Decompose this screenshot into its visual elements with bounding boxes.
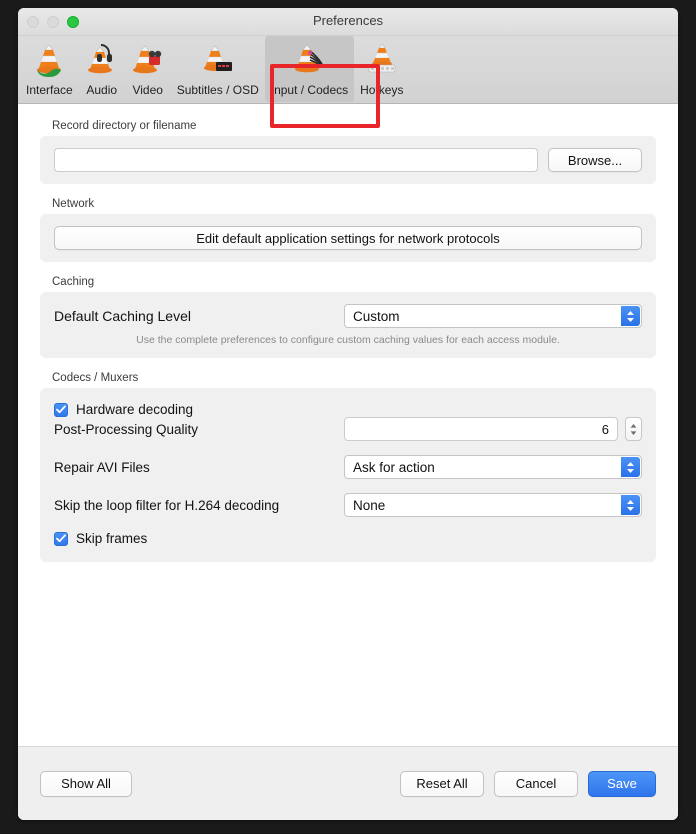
tab-label: Input / Codecs xyxy=(270,83,349,97)
group-network: Network Edit default application setting… xyxy=(40,198,656,262)
hardware-decoding-label: Hardware decoding xyxy=(76,402,194,417)
caching-level-label: Default Caching Level xyxy=(54,308,191,324)
tab-label: Hotkeys xyxy=(360,83,404,97)
chevron-updown-icon[interactable] xyxy=(621,306,640,326)
post-processing-label: Post-Processing Quality xyxy=(54,421,199,437)
post-processing-row: Post-Processing Quality xyxy=(54,417,642,441)
vlc-cone-subtitles-icon xyxy=(201,40,235,82)
repair-avi-select[interactable]: Ask for action xyxy=(344,455,642,479)
cancel-button[interactable]: Cancel xyxy=(494,770,578,797)
tab-label: Interface xyxy=(26,83,73,97)
tab-subtitles-osd[interactable]: Subtitles / OSD xyxy=(171,36,265,102)
post-processing-quality-input[interactable] xyxy=(344,417,618,441)
vlc-cone-input-icon xyxy=(292,40,326,82)
loop-filter-select[interactable]: None xyxy=(344,493,642,517)
loop-filter-row: Skip the loop filter for H.264 decoding … xyxy=(54,493,642,517)
vlc-cone-interface-icon xyxy=(32,40,66,82)
loop-filter-value: None xyxy=(353,497,386,513)
group-title: Caching xyxy=(52,276,95,288)
save-button[interactable]: Save xyxy=(588,770,656,797)
group-caching: Caching Default Caching Level Custom Use… xyxy=(40,276,656,358)
caching-level-select[interactable]: Custom xyxy=(344,304,642,328)
group-title: Network xyxy=(52,198,95,210)
tab-hotkeys[interactable]: Hotkeys xyxy=(354,36,409,102)
reset-all-button[interactable]: Reset All xyxy=(400,770,484,797)
vlc-cone-video-icon xyxy=(131,40,165,82)
caching-hint: Use the complete preferences to configur… xyxy=(136,334,560,346)
dialog-footer: Show All Reset All Cancel Save xyxy=(18,746,678,820)
tab-label: Audio xyxy=(86,83,118,97)
preferences-window: Preferences Interface Audio Video Subtit… xyxy=(18,8,678,820)
tab-interface[interactable]: Interface xyxy=(20,36,79,102)
chevron-updown-icon[interactable] xyxy=(621,457,640,477)
group-title: Record directory or filename xyxy=(52,120,197,132)
edit-network-protocol-defaults-button[interactable]: Edit default application settings for ne… xyxy=(54,226,642,250)
group-record-directory: Record directory or filename Browse... xyxy=(40,120,656,184)
skip-frames-checkbox[interactable] xyxy=(54,531,68,546)
panel-caching: Default Caching Level Custom Use the com… xyxy=(40,292,656,358)
browse-button[interactable]: Browse... xyxy=(548,148,642,172)
tab-input-codecs[interactable]: Input / Codecs xyxy=(264,36,355,102)
window-title: Preferences xyxy=(312,13,384,28)
window-titlebar: Preferences xyxy=(18,8,678,36)
tab-label: Subtitles / OSD xyxy=(176,83,259,97)
hardware-decoding-checkbox[interactable] xyxy=(54,402,68,417)
tab-audio[interactable]: Audio xyxy=(79,36,125,102)
post-processing-quality-stepper[interactable] xyxy=(625,417,642,441)
panel-codecs-muxers: Hardware decoding Post-Processing Qualit… xyxy=(40,388,656,562)
show-all-button[interactable]: Show All xyxy=(40,770,132,797)
skip-frames-row[interactable]: Skip frames xyxy=(54,531,642,546)
vlc-cone-audio-icon xyxy=(85,40,119,82)
repair-avi-label: Repair AVI Files xyxy=(54,459,150,475)
caching-level-row: Default Caching Level Custom xyxy=(54,304,642,328)
caching-level-value: Custom xyxy=(353,308,400,324)
preferences-content: Record directory or filename Browse... N… xyxy=(18,104,678,746)
panel-network: Edit default application settings for ne… xyxy=(40,214,656,262)
vlc-cone-hotkeys-icon xyxy=(365,40,399,82)
loop-filter-label: Skip the loop filter for H.264 decoding xyxy=(54,497,280,513)
tab-video[interactable]: Video xyxy=(125,36,171,102)
panel-record-directory: Browse... xyxy=(40,136,656,184)
repair-avi-row: Repair AVI Files Ask for action xyxy=(54,455,642,479)
record-path-row: Browse... xyxy=(54,148,642,172)
group-codecs-muxers: Codecs / Muxers Hardware decoding Post-P… xyxy=(40,372,656,562)
preferences-toolbar: Interface Audio Video Subtitles / OSD In… xyxy=(18,36,678,128)
skip-frames-label: Skip frames xyxy=(76,531,148,546)
group-title: Codecs / Muxers xyxy=(52,372,139,384)
repair-avi-value: Ask for action xyxy=(353,459,435,475)
record-path-input[interactable] xyxy=(54,148,538,172)
hardware-decoding-row[interactable]: Hardware decoding xyxy=(54,402,642,417)
tab-label: Video xyxy=(132,83,163,97)
chevron-updown-icon[interactable] xyxy=(621,495,640,515)
